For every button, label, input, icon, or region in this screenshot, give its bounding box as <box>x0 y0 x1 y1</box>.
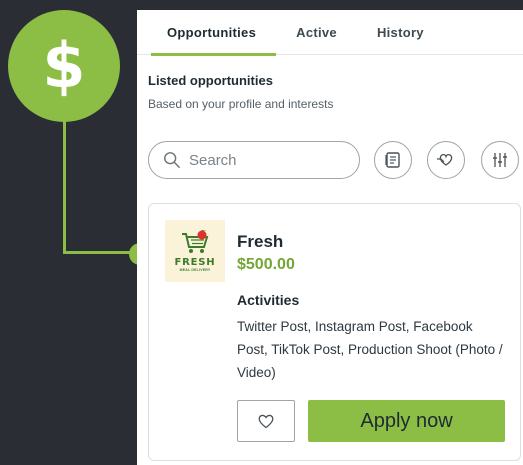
activities-list: Twitter Post, Instagram Post, Facebook P… <box>237 319 503 380</box>
brand-name: Fresh <box>237 232 284 251</box>
sliders-icon <box>493 153 507 167</box>
list-icon <box>385 152 400 168</box>
tab-bar: Opportunities Active History <box>137 10 523 56</box>
favorites-filter-button[interactable] <box>427 141 465 179</box>
brand-logo: FRESH MEAL DELIVERY <box>165 220 225 282</box>
callout-connector-vertical <box>63 120 66 254</box>
tab-history[interactable]: History <box>377 10 424 55</box>
heart-icon <box>258 414 274 429</box>
search-icon <box>164 152 180 168</box>
apply-now-button[interactable]: Apply now <box>308 400 505 442</box>
search-field[interactable] <box>148 141 360 179</box>
logo-tagline: MEAL DELIVERY <box>179 268 211 272</box>
price: $500.00 <box>237 256 295 273</box>
section-title: Listed opportunities <box>148 73 273 88</box>
dollar-callout: $ <box>8 10 120 122</box>
settings-filter-button[interactable] <box>481 141 519 179</box>
favorite-button[interactable] <box>237 400 295 442</box>
opportunities-panel: Opportunities Active History Listed oppo… <box>137 10 523 465</box>
opportunity-card[interactable]: FRESH MEAL DELIVERY Fresh $500.00 Activi… <box>148 203 521 461</box>
logo-wordmark: FRESH <box>174 257 216 268</box>
dollar-icon: $ <box>42 29 86 102</box>
heart-hand-icon <box>437 153 453 166</box>
tab-active[interactable]: Active <box>296 10 337 55</box>
shopping-cart-icon <box>182 230 209 253</box>
tab-opportunities[interactable]: Opportunities <box>151 10 277 56</box>
activities-heading: Activities <box>237 292 300 308</box>
list-filter-button[interactable] <box>374 141 412 179</box>
section-subtitle: Based on your profile and interests <box>148 97 334 111</box>
search-input[interactable] <box>189 151 339 169</box>
